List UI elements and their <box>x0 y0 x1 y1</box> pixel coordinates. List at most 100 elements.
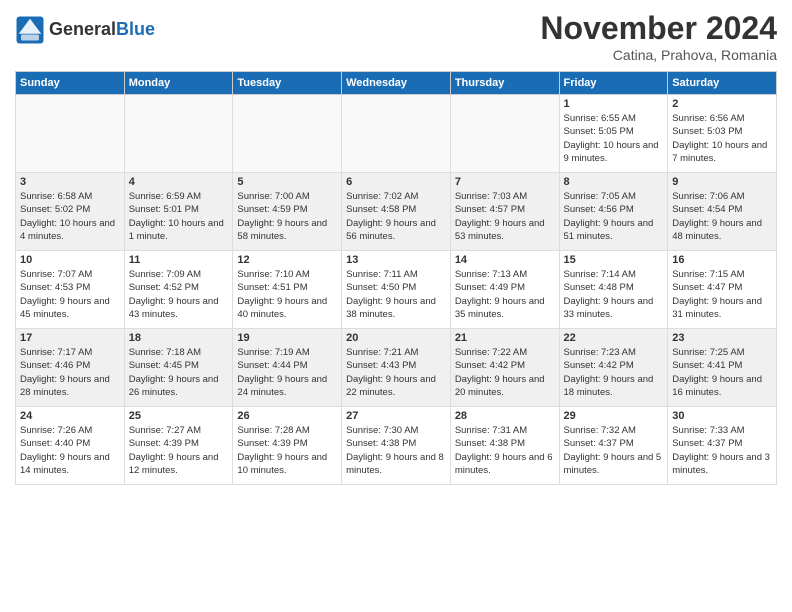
calendar-weekday-friday: Friday <box>559 72 668 95</box>
calendar-cell: 6Sunrise: 7:02 AM Sunset: 4:58 PM Daylig… <box>342 173 451 251</box>
day-number: 10 <box>20 254 120 266</box>
day-info: Sunrise: 7:14 AM Sunset: 4:48 PM Dayligh… <box>564 268 664 321</box>
calendar-cell: 1Sunrise: 6:55 AM Sunset: 5:05 PM Daylig… <box>559 95 668 173</box>
calendar-weekday-thursday: Thursday <box>450 72 559 95</box>
calendar-cell: 17 Sunrise: 7:17 AM Sunset: 4:46 PM Dayli… <box>16 329 125 407</box>
day-info: Sunrise: 7:00 AM Sunset: 4:59 PM Dayligh… <box>237 190 337 243</box>
day-number: 27 <box>346 410 446 422</box>
calendar-cell: 18 Sunrise: 7:18 AM Sunset: 4:45 PM Dayli… <box>124 329 233 407</box>
calendar-table: SundayMondayTuesdayWednesdayThursdayFrid… <box>15 71 777 485</box>
calendar-cell: 7 Sunrise: 7:03 AM Sunset: 4:57 PM Daylig… <box>450 173 559 251</box>
day-info: Sunrise: 7:13 AM Sunset: 4:49 PM Dayligh… <box>455 268 555 321</box>
calendar-week-row: 3 Sunrise: 6:58 AM Sunset: 5:02 PM Daylig… <box>16 173 777 251</box>
day-info: Sunrise: 7:33 AM Sunset: 4:37 PM Dayligh… <box>672 424 772 477</box>
day-info: Sunrise: 7:17 AM Sunset: 4:46 PM Dayligh… <box>20 346 120 399</box>
day-number: 8 <box>564 176 664 188</box>
calendar-cell: 14 Sunrise: 7:13 AM Sunset: 4:49 PM Dayli… <box>450 251 559 329</box>
day-number: 25 <box>129 410 229 422</box>
calendar-cell <box>450 95 559 173</box>
calendar-cell: 15 Sunrise: 7:14 AM Sunset: 4:48 PM Dayli… <box>559 251 668 329</box>
location: Catina, Prahova, Romania <box>540 47 777 63</box>
day-info: Sunrise: 7:06 AM Sunset: 4:54 PM Dayligh… <box>672 190 772 243</box>
day-number: 17 <box>20 332 120 344</box>
calendar-cell: 27 Sunrise: 7:30 AM Sunset: 4:38 PM Dayli… <box>342 407 451 485</box>
calendar-cell: 13 Sunrise: 7:11 AM Sunset: 4:50 PM Dayli… <box>342 251 451 329</box>
calendar-cell: 9 Sunrise: 7:06 AM Sunset: 4:54 PM Daylig… <box>668 173 777 251</box>
logo-icon <box>15 15 45 45</box>
day-number: 1 <box>564 98 664 110</box>
calendar-cell: 22Sunrise: 7:23 AM Sunset: 4:42 PM Dayli… <box>559 329 668 407</box>
day-info: Sunrise: 7:22 AM Sunset: 4:42 PM Dayligh… <box>455 346 555 399</box>
calendar-header-row: SundayMondayTuesdayWednesdayThursdayFrid… <box>16 72 777 95</box>
calendar-cell: 30Sunrise: 7:33 AM Sunset: 4:37 PM Dayli… <box>668 407 777 485</box>
day-info: Sunrise: 7:11 AM Sunset: 4:50 PM Dayligh… <box>346 268 446 321</box>
day-info: Sunrise: 7:26 AM Sunset: 4:40 PM Dayligh… <box>20 424 120 477</box>
calendar-cell <box>233 95 342 173</box>
day-info: Sunrise: 7:18 AM Sunset: 4:45 PM Dayligh… <box>129 346 229 399</box>
calendar-week-row: 1Sunrise: 6:55 AM Sunset: 5:05 PM Daylig… <box>16 95 777 173</box>
calendar-cell: 24 Sunrise: 7:26 AM Sunset: 4:40 PM Dayli… <box>16 407 125 485</box>
day-info: Sunrise: 7:03 AM Sunset: 4:57 PM Dayligh… <box>455 190 555 243</box>
day-number: 14 <box>455 254 555 266</box>
day-number: 13 <box>346 254 446 266</box>
calendar-cell: 25 Sunrise: 7:27 AM Sunset: 4:39 PM Dayli… <box>124 407 233 485</box>
day-info: Sunrise: 7:30 AM Sunset: 4:38 PM Dayligh… <box>346 424 446 477</box>
day-number: 5 <box>237 176 337 188</box>
day-info: Sunrise: 7:05 AM Sunset: 4:56 PM Dayligh… <box>564 190 664 243</box>
title-area: November 2024 Catina, Prahova, Romania <box>540 10 777 63</box>
day-info: Sunrise: 7:09 AM Sunset: 4:52 PM Dayligh… <box>129 268 229 321</box>
day-info: Sunrise: 7:19 AM Sunset: 4:44 PM Dayligh… <box>237 346 337 399</box>
calendar-cell <box>342 95 451 173</box>
month-title: November 2024 <box>540 10 777 47</box>
day-number: 11 <box>129 254 229 266</box>
calendar-weekday-sunday: Sunday <box>16 72 125 95</box>
day-info: Sunrise: 6:59 AM Sunset: 5:01 PM Dayligh… <box>129 190 229 243</box>
calendar-cell: 10 Sunrise: 7:07 AM Sunset: 4:53 PM Dayli… <box>16 251 125 329</box>
day-info: Sunrise: 7:28 AM Sunset: 4:39 PM Dayligh… <box>237 424 337 477</box>
day-info: Sunrise: 7:31 AM Sunset: 4:38 PM Dayligh… <box>455 424 555 477</box>
calendar-cell: 28 Sunrise: 7:31 AM Sunset: 4:38 PM Dayli… <box>450 407 559 485</box>
calendar-cell: 16Sunrise: 7:15 AM Sunset: 4:47 PM Dayli… <box>668 251 777 329</box>
calendar-cell: 29Sunrise: 7:32 AM Sunset: 4:37 PM Dayli… <box>559 407 668 485</box>
day-number: 22 <box>564 332 664 344</box>
day-number: 26 <box>237 410 337 422</box>
page-container: GeneralBlue November 2024 Catina, Prahov… <box>0 0 792 495</box>
calendar-cell: 3 Sunrise: 6:58 AM Sunset: 5:02 PM Daylig… <box>16 173 125 251</box>
day-info: Sunrise: 6:58 AM Sunset: 5:02 PM Dayligh… <box>20 190 120 243</box>
calendar-cell <box>124 95 233 173</box>
day-number: 2 <box>672 98 772 110</box>
calendar-cell: 20Sunrise: 7:21 AM Sunset: 4:43 PM Dayli… <box>342 329 451 407</box>
calendar-weekday-wednesday: Wednesday <box>342 72 451 95</box>
day-info: Sunrise: 6:56 AM Sunset: 5:03 PM Dayligh… <box>672 112 772 165</box>
day-number: 15 <box>564 254 664 266</box>
calendar-cell: 26 Sunrise: 7:28 AM Sunset: 4:39 PM Dayli… <box>233 407 342 485</box>
day-number: 16 <box>672 254 772 266</box>
calendar-cell: 4Sunrise: 6:59 AM Sunset: 5:01 PM Daylig… <box>124 173 233 251</box>
calendar-cell: 21 Sunrise: 7:22 AM Sunset: 4:42 PM Dayli… <box>450 329 559 407</box>
calendar-cell: 19 Sunrise: 7:19 AM Sunset: 4:44 PM Dayli… <box>233 329 342 407</box>
day-info: Sunrise: 7:07 AM Sunset: 4:53 PM Dayligh… <box>20 268 120 321</box>
day-number: 19 <box>237 332 337 344</box>
calendar-week-row: 10 Sunrise: 7:07 AM Sunset: 4:53 PM Dayli… <box>16 251 777 329</box>
day-info: Sunrise: 7:27 AM Sunset: 4:39 PM Dayligh… <box>129 424 229 477</box>
day-number: 18 <box>129 332 229 344</box>
day-info: Sunrise: 7:32 AM Sunset: 4:37 PM Dayligh… <box>564 424 664 477</box>
day-number: 9 <box>672 176 772 188</box>
calendar-cell: 2 Sunrise: 6:56 AM Sunset: 5:03 PM Daylig… <box>668 95 777 173</box>
calendar-cell: 11 Sunrise: 7:09 AM Sunset: 4:52 PM Dayli… <box>124 251 233 329</box>
calendar-cell: 23Sunrise: 7:25 AM Sunset: 4:41 PM Dayli… <box>668 329 777 407</box>
calendar-cell: 8 Sunrise: 7:05 AM Sunset: 4:56 PM Daylig… <box>559 173 668 251</box>
calendar-cell: 12Sunrise: 7:10 AM Sunset: 4:51 PM Dayli… <box>233 251 342 329</box>
day-info: Sunrise: 7:25 AM Sunset: 4:41 PM Dayligh… <box>672 346 772 399</box>
logo-text: GeneralBlue <box>49 20 155 40</box>
day-number: 28 <box>455 410 555 422</box>
day-number: 21 <box>455 332 555 344</box>
calendar-week-row: 24 Sunrise: 7:26 AM Sunset: 4:40 PM Dayli… <box>16 407 777 485</box>
day-number: 7 <box>455 176 555 188</box>
day-number: 3 <box>20 176 120 188</box>
day-number: 24 <box>20 410 120 422</box>
day-number: 12 <box>237 254 337 266</box>
calendar-weekday-monday: Monday <box>124 72 233 95</box>
calendar-cell: 5 Sunrise: 7:00 AM Sunset: 4:59 PM Daylig… <box>233 173 342 251</box>
day-info: Sunrise: 7:21 AM Sunset: 4:43 PM Dayligh… <box>346 346 446 399</box>
